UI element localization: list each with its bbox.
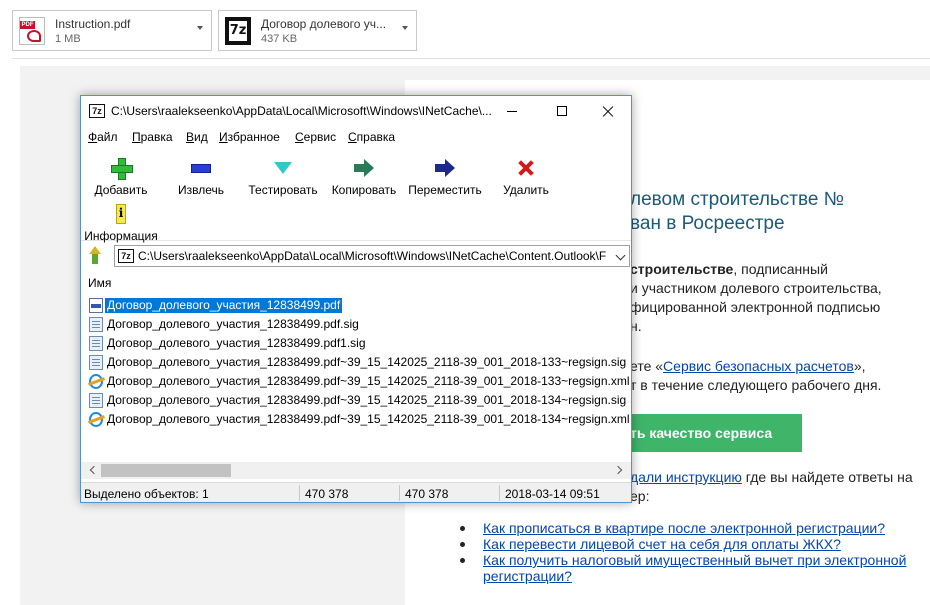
safe-payments-link[interactable]: Сервис безопасных расчетов — [663, 358, 854, 374]
menu-tools[interactable]: Сервис — [295, 130, 336, 144]
status-bar: Выделено объектов: 1 470 378 470 378 201… — [81, 482, 631, 502]
maximize-button[interactable] — [539, 96, 585, 127]
menu-file[interactable]: Файл — [88, 130, 118, 144]
divider — [399, 485, 400, 501]
add-button[interactable]: Добавить — [81, 153, 161, 199]
close-button[interactable] — [585, 96, 631, 127]
scrollbar-thumb[interactable] — [101, 464, 231, 477]
email-title: левом строительстве № ван в Росреестре — [630, 189, 845, 234]
document-icon — [89, 317, 103, 332]
7zip-app-icon — [89, 104, 105, 118]
file-name: Договор_долевого_участия_12838499.pdf1.s… — [107, 336, 366, 350]
plus-icon — [111, 158, 133, 180]
pdf-icon: PDF — [19, 17, 45, 45]
file-name: Договор_долевого_участия_12838499.pdf — [103, 297, 344, 314]
menu-favorites[interactable]: Избранное — [219, 130, 280, 144]
delete-button[interactable]: Удалить — [486, 153, 566, 199]
attachment-name: Договор долевого уч... — [261, 17, 387, 31]
faq-link[interactable]: Как получить налоговый имущественный выч… — [483, 552, 906, 568]
file-name: Договор_долевого_участия_12838499.pdf~39… — [107, 393, 627, 407]
table-row[interactable]: Договор_долевого_участия_12838499.pdf~39… — [87, 353, 627, 372]
file-list: Имя Договор_долевого_участия_12838499.pd… — [81, 270, 631, 482]
column-header-name[interactable]: Имя — [88, 276, 111, 290]
chevron-down-icon[interactable] — [613, 246, 629, 266]
instruction-link[interactable]: дали инструкцию — [630, 469, 742, 485]
status-size: 470 378 — [305, 487, 349, 501]
list-item[interactable]: Как получить налоговый имущественный выч… — [456, 552, 906, 584]
table-row[interactable]: Договор_долевого_участия_12838499.pdf~39… — [87, 391, 627, 410]
copy-button[interactable]: Копировать — [324, 153, 404, 199]
info-icon — [116, 204, 126, 224]
attachment-name: Instruction.pdf — [55, 17, 131, 31]
extract-button[interactable]: Извлечь — [161, 153, 241, 199]
test-button[interactable]: Тестировать — [243, 153, 323, 199]
document-icon — [89, 355, 103, 370]
attachments-bar: PDF Instruction.pdf 1 MB 7z Договор доле… — [0, 0, 930, 59]
status-modified: 2018-03-14 09:51 — [505, 487, 600, 501]
list-item[interactable]: Как прописаться в квартире после электро… — [456, 520, 906, 536]
faq-link[interactable]: регистрации? — [483, 568, 572, 584]
attachment-dogovor-7z[interactable]: 7z Договор долевого уч... 437 KB — [218, 10, 417, 51]
toolbar: Добавить Извлечь Тестировать Копировать … — [81, 147, 631, 243]
7zip-window: C:\Users\raalekseenko\AppData\Local\Micr… — [80, 95, 632, 503]
table-row[interactable]: Договор_долевого_участия_12838499.pdf~39… — [87, 410, 630, 429]
table-row[interactable]: Договор_долевого_участия_12838499.pdf.si… — [87, 315, 627, 334]
title-bar[interactable]: C:\Users\raalekseenko\AppData\Local\Micr… — [81, 96, 631, 127]
attachment-size: 1 MB — [55, 33, 81, 45]
address-text: C:\Users\raalekseenko\AppData\Local\Micr… — [138, 249, 607, 263]
move-button[interactable]: Переместить — [405, 153, 485, 199]
menu-help[interactable]: Справка — [348, 130, 395, 144]
divider — [299, 485, 300, 501]
menu-view[interactable]: Вид — [186, 130, 208, 144]
7zip-archive-icon: 7z — [225, 17, 251, 45]
email-paragraph-3: дали инструкцию где вы найдете ответы на… — [630, 469, 913, 504]
pdf-file-icon — [89, 298, 103, 313]
file-name: Договор_долевого_участия_12838499.pdf.si… — [107, 317, 359, 331]
minus-icon — [191, 158, 211, 178]
7zip-archive-icon — [118, 249, 134, 263]
table-row[interactable]: Договор_долевого_участия_12838499.pdf — [87, 296, 627, 315]
file-name: Договор_долевого_участия_12838499.pdf~39… — [107, 412, 630, 426]
horizontal-scrollbar[interactable] — [81, 462, 631, 479]
email-paragraph-2: ете «Сервис безопасных расчетов», т в те… — [630, 358, 882, 393]
file-name: Договор_долевого_участия_12838499.pdf~39… — [107, 355, 627, 369]
status-selected: Выделено объектов: 1 — [84, 487, 209, 501]
faq-link[interactable]: Как перевести лицевой счет на себя для о… — [483, 536, 841, 552]
minimize-button[interactable] — [489, 96, 535, 127]
divider — [12, 58, 930, 59]
info-button[interactable]: Информация — [81, 199, 161, 245]
menu-edit[interactable]: Правка — [132, 130, 173, 144]
status-packed: 470 378 — [405, 487, 449, 501]
document-icon — [89, 336, 103, 351]
attachment-size: 437 KB — [261, 33, 298, 45]
folder-up-icon[interactable] — [87, 246, 103, 264]
chevron-down-icon[interactable] — [197, 26, 203, 30]
menu-bar: Файл Правка Вид Избранное Сервис Справка — [81, 127, 631, 147]
ie-file-icon — [89, 374, 103, 389]
copy-arrow-icon — [354, 158, 374, 178]
scroll-right-icon[interactable] — [613, 465, 623, 475]
window-title: C:\Users\raalekseenko\AppData\Local\Micr… — [111, 104, 492, 118]
document-icon — [89, 393, 103, 408]
scroll-left-icon[interactable] — [89, 465, 99, 475]
address-row: C:\Users\raalekseenko\AppData\Local\Micr… — [81, 242, 631, 268]
table-row[interactable]: Договор_долевого_участия_12838499.pdf1.s… — [87, 334, 627, 353]
faq-list: Как прописаться в квартире после электро… — [456, 520, 906, 584]
table-row[interactable]: Договор_долевого_участия_12838499.pdf~39… — [87, 372, 630, 391]
file-name: Договор_долевого_участия_12838499.pdf~39… — [107, 374, 630, 388]
test-check-icon — [273, 158, 293, 178]
ie-file-icon — [89, 412, 103, 427]
address-field[interactable]: C:\Users\raalekseenko\AppData\Local\Micr… — [114, 245, 630, 267]
chevron-down-icon[interactable] — [402, 26, 408, 30]
rate-service-button[interactable]: ть качество сервиса — [610, 414, 802, 452]
list-item[interactable]: Как перевести лицевой счет на себя для о… — [456, 536, 906, 552]
attachment-instruction-pdf[interactable]: PDF Instruction.pdf 1 MB — [12, 10, 212, 51]
delete-x-icon — [516, 158, 536, 178]
faq-link[interactable]: Как прописаться в квартире после электро… — [483, 520, 885, 536]
move-arrow-icon — [435, 158, 455, 178]
divider — [499, 485, 500, 501]
email-paragraph-1: строительстве, подписанный и участником … — [630, 261, 882, 334]
